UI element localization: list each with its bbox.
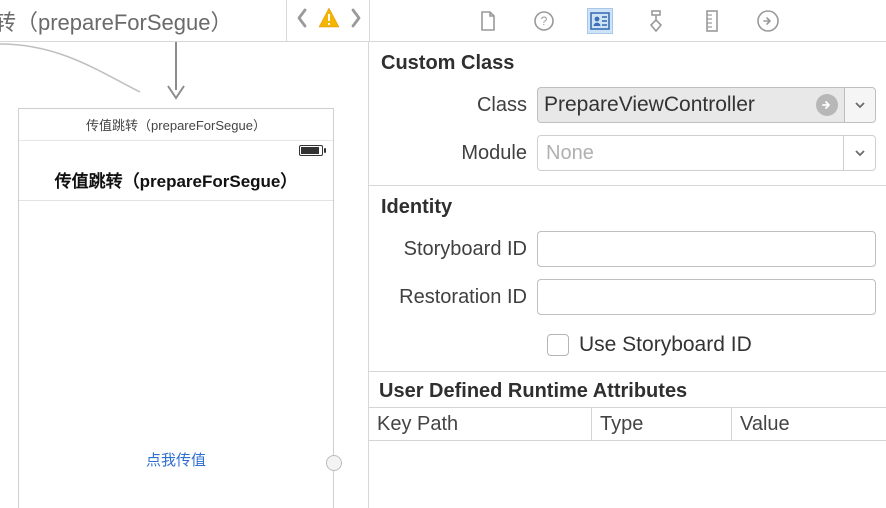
class-input[interactable]: PrepareViewController (537, 87, 844, 123)
svg-text:?: ? (541, 14, 548, 28)
custom-class-section: Custom Class Class PrepareViewController (369, 42, 886, 186)
quick-help-icon[interactable]: ? (532, 9, 556, 33)
jump-bar-nav (286, 0, 369, 41)
scene-title[interactable]: 传值跳转（prepareForSegue） (19, 109, 333, 141)
battery-icon (299, 145, 323, 156)
use-storyboard-id-label: Use Storyboard ID (579, 333, 752, 357)
section-title: User Defined Runtime Attributes (369, 378, 886, 407)
warning-icon[interactable] (317, 6, 341, 35)
view-controller-scene[interactable]: 传值跳转（prepareForSegue） 传值跳转（prepareForSeg… (18, 108, 334, 508)
module-label: Module (379, 142, 537, 165)
main-area: 传值跳转（prepareForSegue） 传值跳转（prepareForSeg… (0, 42, 886, 508)
jump-bar-title[interactable]: 转（prepareForSegue） (0, 5, 232, 37)
file-inspector-icon[interactable] (476, 9, 500, 33)
module-value: None (546, 142, 594, 165)
top-bar: 转（prepareForSegue） ? (0, 0, 886, 42)
class-row: Class PrepareViewController (379, 87, 876, 123)
entry-arrow-icon (164, 42, 188, 104)
status-bar (19, 141, 333, 159)
use-storyboard-id-checkbox[interactable] (547, 334, 569, 356)
back-icon[interactable] (295, 7, 309, 34)
class-dropdown-button[interactable] (844, 87, 876, 123)
storyboard-id-label: Storyboard ID (379, 238, 537, 261)
use-storyboard-id-row: Use Storyboard ID (379, 333, 876, 357)
runtime-attributes-section: User Defined Runtime Attributes Key Path… (369, 372, 886, 441)
size-inspector-icon[interactable] (700, 9, 724, 33)
attributes-inspector-icon[interactable] (644, 9, 668, 33)
restoration-id-label: Restoration ID (379, 286, 537, 309)
inspector-tabs: ? (369, 0, 886, 42)
storyboard-canvas[interactable]: 传值跳转（prepareForSegue） 传值跳转（prepareForSeg… (0, 42, 369, 508)
jump-bar: 转（prepareForSegue） (0, 0, 369, 42)
restoration-id-input[interactable] (537, 279, 876, 315)
identity-section: Identity Storyboard ID Restoration ID Us… (369, 186, 886, 372)
connection-handle-icon[interactable] (326, 455, 342, 471)
storyboard-id-row: Storyboard ID (379, 231, 876, 267)
section-title: Custom Class (381, 52, 876, 75)
module-input[interactable]: None (537, 135, 844, 171)
button-label[interactable]: 点我传值 (19, 449, 333, 470)
col-type[interactable]: Type (591, 408, 731, 440)
navigation-bar-title[interactable]: 传值跳转（prepareForSegue） (19, 159, 333, 201)
table-header: Key Path Type Value (369, 407, 886, 441)
module-row: Module None (379, 135, 876, 171)
forward-icon[interactable] (349, 7, 363, 34)
module-dropdown-button[interactable] (844, 135, 876, 171)
restoration-id-row: Restoration ID (379, 279, 876, 315)
storyboard-id-input[interactable] (537, 231, 876, 267)
identity-inspector-icon[interactable] (588, 9, 612, 33)
connections-inspector-icon[interactable] (756, 9, 780, 33)
section-title: Identity (381, 196, 876, 219)
jump-to-class-icon[interactable] (816, 94, 838, 116)
class-label: Class (379, 94, 537, 117)
col-value[interactable]: Value (731, 408, 886, 440)
inspector-panel: Custom Class Class PrepareViewController (369, 42, 886, 508)
class-value: PrepareViewController (544, 93, 755, 117)
col-keypath[interactable]: Key Path (369, 408, 591, 440)
